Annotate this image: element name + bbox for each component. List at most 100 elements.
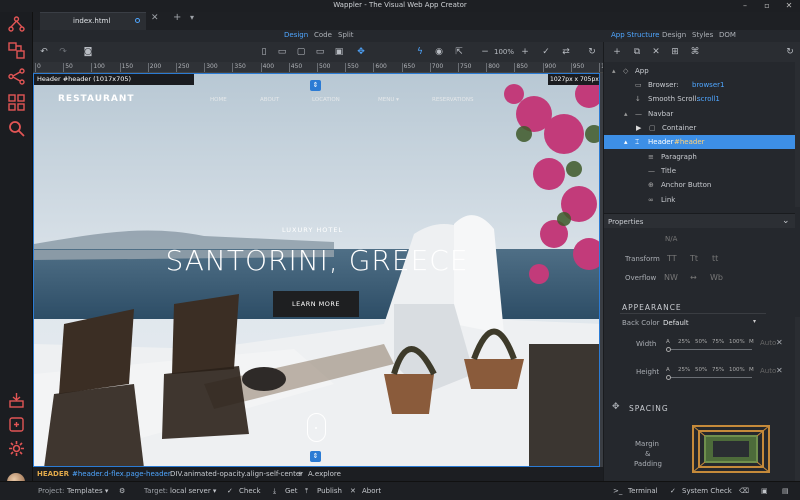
- device-phone-icon[interactable]: ▯: [258, 46, 270, 58]
- code-brackets-icon[interactable]: ⌘: [689, 46, 701, 58]
- maximize-button[interactable]: ▫: [756, 0, 778, 12]
- device-tablet-landscape-icon[interactable]: ▭: [314, 46, 326, 58]
- search-icon[interactable]: [8, 120, 25, 137]
- tree-item-anchor-button[interactable]: ⊕ Anchor Button: [604, 178, 795, 192]
- refresh-structure-icon[interactable]: ↻: [784, 46, 796, 58]
- validate-check-icon[interactable]: ✓: [540, 46, 552, 58]
- duplicate-icon[interactable]: ⧉: [631, 46, 643, 58]
- notifications-icon[interactable]: ▤: [782, 487, 789, 495]
- extensions-icon[interactable]: [8, 416, 25, 433]
- tree-item-title[interactable]: — Title: [604, 164, 795, 178]
- deploy-icon[interactable]: [8, 392, 25, 409]
- tab-list-chevron-icon[interactable]: ▾: [190, 13, 194, 22]
- resize-handle-bottom-icon[interactable]: ⇕: [310, 451, 321, 462]
- publish-button[interactable]: Publish: [317, 487, 342, 495]
- tree-item-navbar[interactable]: ▴ — Navbar: [604, 107, 795, 121]
- crumb-anchor[interactable]: A.explore: [308, 470, 341, 478]
- width-slider[interactable]: A 25% 50% 75% 100% M: [666, 338, 766, 354]
- width-auto-input[interactable]: Auto: [760, 339, 776, 347]
- collapse-chevron-icon[interactable]: ⌄: [782, 216, 790, 226]
- box-model-editor[interactable]: [692, 425, 770, 473]
- close-window-button[interactable]: ✕: [778, 0, 800, 12]
- lightning-icon[interactable]: ϟ: [414, 46, 426, 58]
- brand-logo[interactable]: RESTAURANT: [58, 94, 135, 104]
- overflow-wordbreak-button[interactable]: Wb: [710, 273, 723, 282]
- settings-gear-icon[interactable]: [8, 440, 25, 457]
- transform-uppercase-button[interactable]: TT: [667, 254, 677, 263]
- nav-about[interactable]: ABOUT: [260, 97, 279, 103]
- abort-button[interactable]: Abort: [362, 487, 381, 495]
- screenshot-camera-icon[interactable]: ◙: [82, 46, 94, 58]
- swap-arrows-icon[interactable]: ⇄: [560, 46, 572, 58]
- device-phone-landscape-icon[interactable]: ▭: [276, 46, 288, 58]
- project-settings-gear-icon[interactable]: ⚙: [119, 487, 125, 495]
- zoom-level[interactable]: 100%: [494, 48, 514, 56]
- height-auto-input[interactable]: Auto: [760, 367, 776, 375]
- tab-dom[interactable]: DOM: [719, 31, 736, 39]
- preview-eye-icon[interactable]: ◉: [433, 46, 445, 58]
- overflow-scroll-button[interactable]: ↔: [690, 273, 697, 282]
- resize-handle-top-icon[interactable]: ⇕: [310, 80, 321, 91]
- tree-item-smooth-scroll[interactable]: ↓ Smooth Scroll: scroll1: [604, 92, 795, 106]
- undo-icon[interactable]: ↶: [38, 46, 50, 58]
- share-nodes-icon[interactable]: [8, 68, 25, 85]
- transform-capitalize-button[interactable]: Tt: [690, 254, 698, 263]
- get-button[interactable]: Get: [285, 487, 297, 495]
- tree-item-container[interactable]: ▶ ▢ Container: [604, 121, 795, 135]
- project-select[interactable]: Templates ▾: [67, 487, 108, 495]
- nav-reservations[interactable]: RESERVATIONS: [432, 97, 473, 103]
- add-component-icon[interactable]: +: [611, 46, 623, 58]
- target-select[interactable]: local server ▾: [170, 487, 216, 495]
- tree-item-link[interactable]: ∞ Link: [604, 193, 795, 207]
- back-color-select[interactable]: Default ▾: [661, 316, 761, 328]
- nav-home[interactable]: HOME: [210, 97, 227, 103]
- height-slider[interactable]: A 25% 50% 75% 100% M: [666, 366, 766, 382]
- transform-lowercase-button[interactable]: tt: [712, 254, 718, 263]
- tree-item-app[interactable]: ▴ ◇ App: [604, 64, 795, 78]
- eraser-icon[interactable]: ⌫: [739, 487, 749, 495]
- crumb-div[interactable]: DIV.animated-opacity.align-self-center: [170, 470, 303, 478]
- tab-app-structure[interactable]: App Structure: [611, 31, 659, 39]
- device-tablet-icon[interactable]: ▢: [295, 46, 307, 58]
- height-clear-icon[interactable]: ✕: [776, 366, 783, 375]
- minimize-button[interactable]: –: [734, 0, 756, 12]
- new-tab-icon[interactable]: +: [173, 12, 181, 23]
- code-view-button[interactable]: Code: [314, 31, 332, 39]
- design-view-button[interactable]: Design: [284, 31, 308, 39]
- layout-icon[interactable]: ▣: [761, 487, 768, 495]
- grid-blocks-icon[interactable]: [8, 94, 25, 111]
- overflow-nowrap-button[interactable]: NW: [664, 273, 678, 282]
- refresh-icon[interactable]: ↻: [586, 46, 598, 58]
- open-browser-icon[interactable]: ⇱: [453, 46, 465, 58]
- tab-styles[interactable]: Styles: [692, 31, 713, 39]
- properties-scrollbar[interactable]: [795, 317, 800, 481]
- app-connect-icon[interactable]: [8, 16, 25, 33]
- tree-item-paragraph[interactable]: ≡ Paragraph: [604, 150, 795, 164]
- zoom-out-icon[interactable]: −: [479, 46, 491, 58]
- split-view-button[interactable]: Split: [338, 31, 354, 39]
- device-desktop-icon[interactable]: ▣: [333, 46, 345, 58]
- crumb-header[interactable]: HEADER: [37, 470, 69, 478]
- resources-icon[interactable]: [8, 42, 25, 59]
- nav-location[interactable]: LOCATION: [312, 97, 340, 103]
- tree-scrollbar[interactable]: [795, 62, 800, 207]
- unsaved-dot-icon[interactable]: [135, 18, 140, 23]
- structure-tree-icon[interactable]: ⊞: [669, 46, 681, 58]
- width-clear-icon[interactable]: ✕: [776, 338, 783, 347]
- zoom-in-icon[interactable]: +: [519, 46, 531, 58]
- close-tab-icon[interactable]: ✕: [151, 13, 159, 23]
- redo-icon[interactable]: ↷: [57, 46, 69, 58]
- scroll-mouse-icon[interactable]: [307, 413, 326, 442]
- crumb-header-id[interactable]: #header.d-flex.page-header: [72, 470, 171, 478]
- free-resize-icon[interactable]: ✥: [355, 46, 367, 58]
- learn-more-button[interactable]: LEARN MORE: [273, 291, 359, 317]
- check-button[interactable]: Check: [239, 487, 261, 495]
- nav-menu[interactable]: MENU ▾: [378, 97, 399, 103]
- delete-x-icon[interactable]: ✕: [650, 46, 662, 58]
- tree-item-header-selected[interactable]: ▴ ⌶ Header #header: [604, 135, 795, 149]
- design-canvas[interactable]: Header #header (1017x705) 1027px x 705px…: [33, 73, 600, 467]
- system-check-button[interactable]: System Check: [682, 487, 732, 495]
- tab-design-panel[interactable]: Design: [662, 31, 686, 39]
- tree-item-browser[interactable]: ▭ Browser: browser1: [604, 78, 795, 92]
- terminal-button[interactable]: Terminal: [628, 487, 658, 495]
